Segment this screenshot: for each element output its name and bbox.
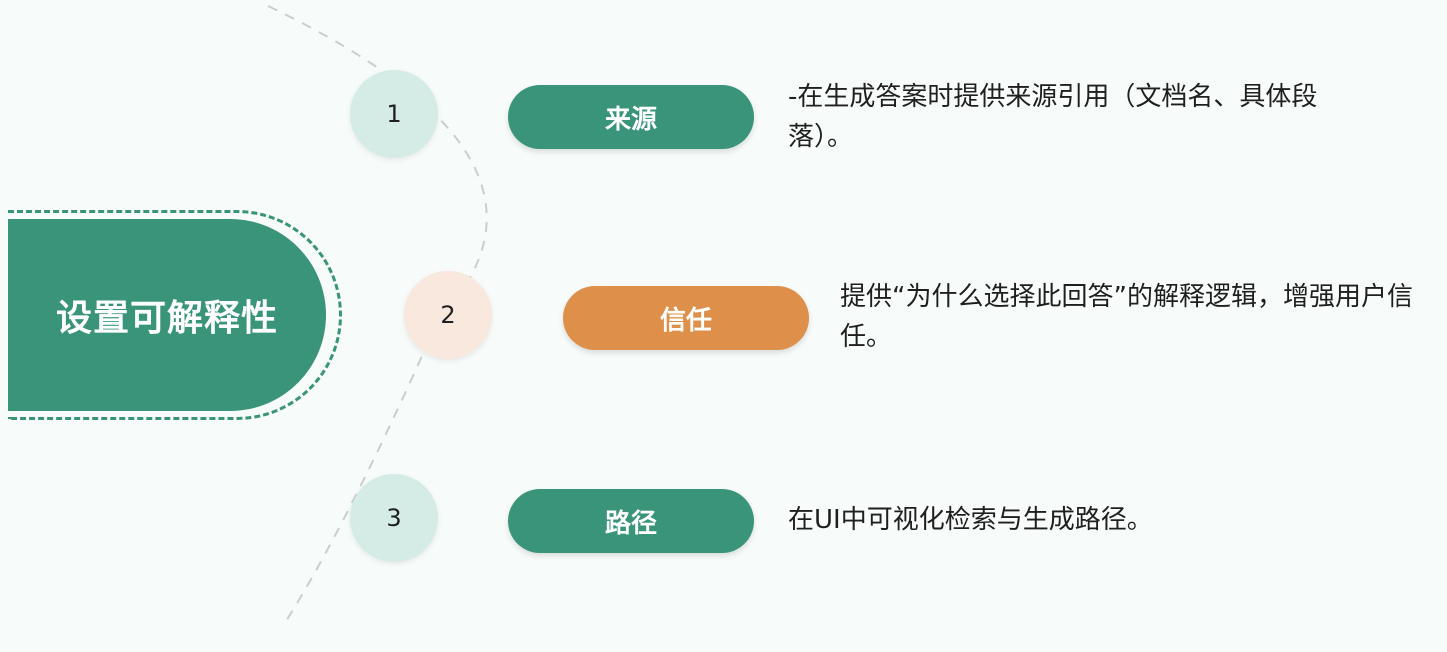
diagram-canvas: 设置可解释性 1 来源 -在生成答案时提供来源引用（文档名、具体段落）。 2 信… [0,0,1447,652]
number-label: 3 [386,504,402,532]
main-title-block: 设置可解释性 [8,219,326,411]
main-title: 设置可解释性 [55,298,278,339]
number-label: 1 [386,100,402,128]
description-path: 在UI中可视化检索与生成路径。 [788,505,1153,535]
pill-source: 来源 [508,85,754,149]
pill-label: 信任 [659,305,712,336]
description-source: -在生成答案时提供来源引用（文档名、具体段落）。 [788,82,1318,152]
number-label: 2 [440,301,456,329]
pill-label: 来源 [604,104,657,135]
pill-path: 路径 [508,489,754,553]
number-circle-3: 3 [350,474,438,562]
pill-label: 路径 [604,508,657,539]
pill-trust: 信任 [563,286,809,350]
description-trust: 提供“为什么选择此回答”的解释逻辑，增强用户信任。 [840,282,1413,352]
number-circle-2: 2 [404,271,492,359]
number-circle-1: 1 [350,70,438,158]
